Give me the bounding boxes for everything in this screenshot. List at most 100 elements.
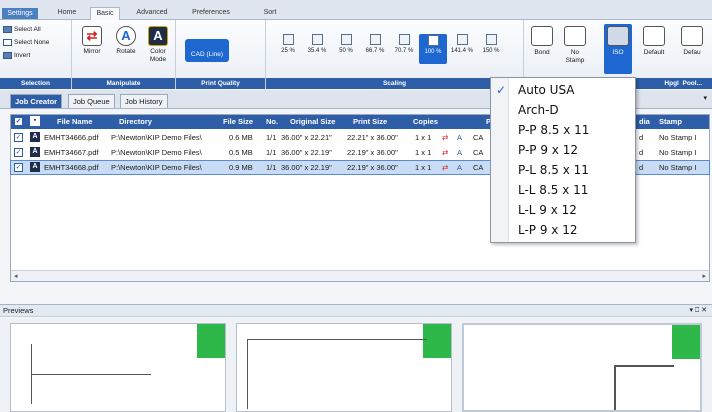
stamp-button[interactable]: No Stamp <box>561 24 589 74</box>
dropdown-item-ll-9x12[interactable]: L-L 9 x 12 <box>491 200 635 220</box>
select-none-button[interactable]: Select None <box>3 39 49 46</box>
tab-home[interactable]: Home <box>53 7 81 20</box>
invert-button[interactable]: Invert <box>3 52 30 59</box>
scale-150[interactable]: 150 % <box>477 34 505 54</box>
mirror-flag-icon: ⇄ <box>442 163 449 172</box>
scroll-right-icon[interactable]: ▸ <box>702 272 706 280</box>
col-copies[interactable]: Copies <box>413 117 438 126</box>
scale-66[interactable]: 66.7 % <box>361 34 389 54</box>
scale-70[interactable]: 70.7 % <box>390 34 418 54</box>
scale-icon <box>456 34 468 45</box>
rotate-button[interactable]: A Rotate <box>110 26 142 56</box>
preview-thumbnail-selected[interactable] <box>462 323 702 412</box>
drawing-line <box>614 365 674 367</box>
dropdown-item-pp-9x12[interactable]: P-P 9 x 12 <box>491 140 635 160</box>
group-label-print-quality: Print Quality <box>176 78 265 89</box>
col-stamp[interactable]: Stamp <box>659 117 682 126</box>
file-type-icon: A <box>30 147 40 157</box>
drawing-line <box>247 339 248 409</box>
cell-no: 1/1 <box>266 148 277 157</box>
default-button[interactable]: Default <box>640 24 668 74</box>
select-all-button[interactable]: Select All <box>3 26 41 33</box>
select-all-icon <box>3 26 12 33</box>
dropdown-item-pl-85x11[interactable]: P-L 8.5 x 11 <box>491 160 635 180</box>
cell-copies: 1 x 1 <box>415 133 432 142</box>
cell-no: 1/1 <box>266 163 277 172</box>
cell-stamp: No Stamp I <box>659 163 697 172</box>
group-print-quality: CAD (Line) Print Quality <box>176 20 266 89</box>
cell-printer: CA <box>473 133 484 142</box>
preview-thumbnail[interactable] <box>236 323 452 412</box>
col-file-size[interactable]: File Size <box>223 117 253 126</box>
tab-job-history[interactable]: Job History <box>120 94 168 108</box>
col-file-name[interactable]: File Name <box>57 117 92 126</box>
preview-thumbnail[interactable] <box>10 323 226 412</box>
col-print-size[interactable]: Print Size <box>353 117 387 126</box>
scale-icon <box>311 34 323 45</box>
rotate-icon: A <box>116 26 136 46</box>
scale-35[interactable]: 35.4 % <box>303 34 331 54</box>
dropdown-item-ll-85x11[interactable]: L-L 8.5 x 11 <box>491 180 635 200</box>
iso-button[interactable]: ISO <box>604 24 632 74</box>
scale-icon <box>485 34 497 45</box>
previews-window-controls[interactable]: ▾ ⎕ ✕ <box>690 305 707 317</box>
cell-media: d <box>639 148 644 157</box>
cell-file: EMHT34666.pdf <box>44 133 99 142</box>
dropdown-item-pp-85x11[interactable]: P-P 8.5 x 11 <box>491 120 635 140</box>
scale-icon <box>340 34 352 45</box>
rotate-flag-icon: A <box>457 163 463 172</box>
previews-header: Previews ▾ ⎕ ✕ <box>0 304 712 317</box>
cell-print: 22.19" x 36.00" <box>347 148 398 157</box>
scale-icon <box>282 34 294 45</box>
cell-stamp: No Stamp I <box>659 148 697 157</box>
color-mode-button[interactable]: A Color Mode <box>142 26 174 64</box>
tab-preferences[interactable]: Preferences <box>187 7 235 20</box>
cell-print: 22.19" x 36.00" <box>347 163 398 172</box>
cell-dir: P:\Newton\KIP Demo Files\ <box>111 148 202 157</box>
mirror-flag-icon: ⇄ <box>442 133 449 142</box>
default-button-2[interactable]: Defau <box>678 24 706 74</box>
pen-icon <box>681 26 703 46</box>
drawing-line <box>31 374 151 375</box>
dropdown-item-lp-9x12[interactable]: L-P 9 x 12 <box>491 220 635 240</box>
bond-icon <box>531 26 553 46</box>
invert-icon <box>3 52 12 59</box>
tab-basic[interactable]: Basic <box>90 7 120 21</box>
tab-settings[interactable]: Settings <box>2 8 38 19</box>
stamp-icon <box>564 26 586 46</box>
print-quality-button[interactable]: CAD (Line) <box>185 39 229 62</box>
tab-advanced[interactable]: Advanced <box>130 7 174 20</box>
col-no[interactable]: No. <box>266 117 278 126</box>
bond-button[interactable]: Bond <box>528 24 556 74</box>
panel-menu-icon[interactable]: ▾ <box>703 94 707 102</box>
row-checkbox[interactable]: ✓ <box>14 148 23 157</box>
dropdown-item-arch-d[interactable]: Arch-D <box>491 100 635 120</box>
tab-sort[interactable]: Sort <box>258 7 282 20</box>
scale-icon <box>369 34 381 45</box>
rotate-flag-icon: A <box>457 133 463 142</box>
horizontal-scrollbar[interactable]: ◂ ▸ <box>11 270 709 281</box>
cell-orig: 36.00" x 22.21" <box>281 133 332 142</box>
mirror-flag-icon: ⇄ <box>442 148 449 157</box>
previews-title: Previews <box>3 306 34 315</box>
tab-job-creator[interactable]: Job Creator <box>10 94 63 108</box>
cell-stamp: No Stamp I <box>659 133 697 142</box>
col-media[interactable]: dia <box>639 117 650 126</box>
scale-141[interactable]: 141.4 % <box>448 34 476 54</box>
col-directory[interactable]: Directory <box>119 117 152 126</box>
scroll-left-icon[interactable]: ◂ <box>14 272 18 280</box>
col-original-size[interactable]: Original Size <box>290 117 335 126</box>
cell-printer: CA <box>473 163 484 172</box>
group-label-manipulate: Manipulate <box>72 78 175 89</box>
cell-print: 22.21" x 36.00" <box>347 133 398 142</box>
mirror-button[interactable]: ⇄ Mirror <box>76 26 108 56</box>
row-checkbox[interactable]: ✓ <box>14 133 23 142</box>
row-checkbox[interactable]: ✓ <box>14 163 23 172</box>
scale-25[interactable]: 25 % <box>274 34 302 54</box>
tab-job-queue[interactable]: Job Queue <box>68 94 115 108</box>
scale-50[interactable]: 50 % <box>332 34 360 54</box>
header-checkbox[interactable]: ✓ <box>14 117 23 126</box>
scale-100[interactable]: 100 % <box>419 34 447 64</box>
mirror-icon: ⇄ <box>82 26 102 46</box>
dropdown-item-auto-usa[interactable]: ✓ Auto USA <box>491 80 635 100</box>
